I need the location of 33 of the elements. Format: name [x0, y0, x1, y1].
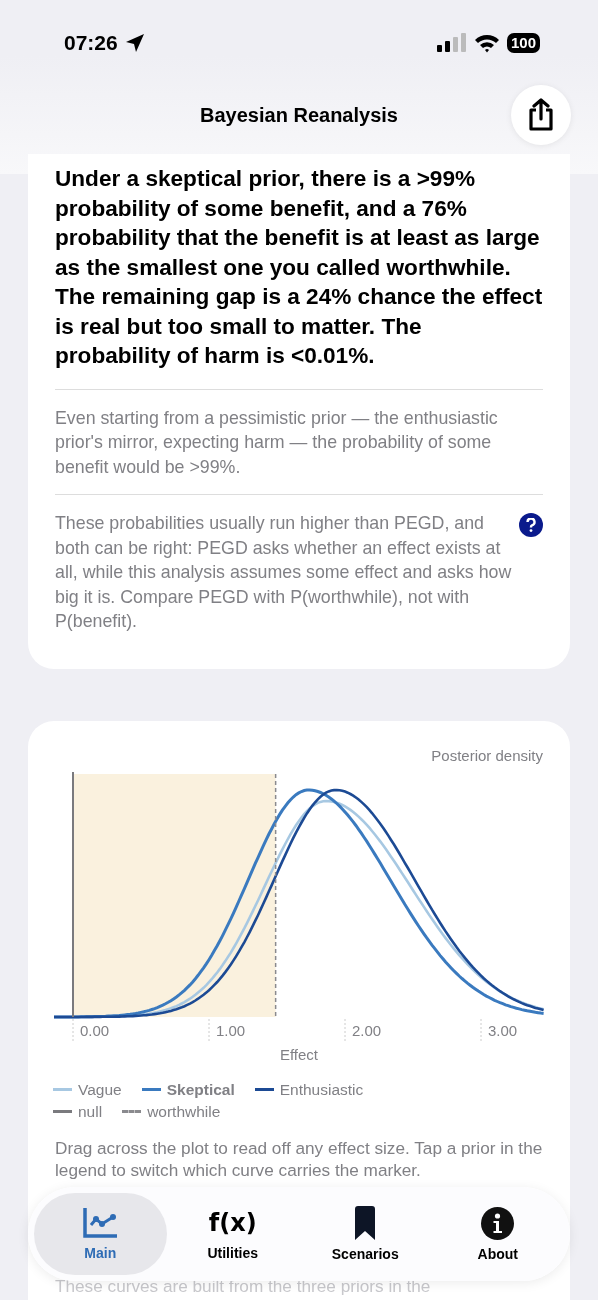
- wifi-icon: [473, 33, 500, 53]
- legend-item[interactable]: Enthusiastic: [254, 1080, 364, 1099]
- signal-icon: [436, 33, 467, 53]
- battery-level: 100: [506, 33, 540, 53]
- legend-item: worthwhile: [122, 1102, 221, 1121]
- tab-item[interactable]: f(x) Utilities: [166, 1193, 299, 1275]
- x-tick-label: 2.00: [352, 1021, 382, 1039]
- density-plot[interactable]: 0.00 1.00 2.00 3.00: [28, 769, 570, 1040]
- function-icon: f(x): [208, 1207, 257, 1239]
- clock-time: 07:26: [64, 31, 118, 55]
- line-chart-icon: [82, 1207, 119, 1239]
- x-tick-label: 0.00: [80, 1021, 110, 1039]
- legend-item[interactable]: Skeptical: [141, 1080, 235, 1099]
- bookmark-icon: [353, 1206, 378, 1240]
- location-arrow-icon: [124, 33, 145, 53]
- help-button[interactable]: [519, 513, 543, 537]
- share-icon: [527, 98, 555, 132]
- tab-item[interactable]: Main: [34, 1193, 167, 1275]
- legend-item[interactable]: Vague: [53, 1080, 122, 1099]
- summary-headline: Under a skeptical prior, there is a >99% probability of some benefit, and a 76% probability that the benefit is at least as large as the smallest one you called worthwhile. The remaining gap is a 24% chance the effect is real but too small to matter. The probability of harm is <0.01%.: [55, 165, 543, 370]
- summary-note: These probabilities usually run higher than PEGD, and both can be right: PEGD asks whether an effect exists at all, while this analysis assumes some effect and asks how big it is. Compare PEGD with P(worthwhile), not with P(benefit).: [55, 512, 513, 633]
- y-axis-label: Posterior density: [430, 746, 543, 764]
- x-tick-label: 1.00: [216, 1021, 246, 1039]
- x-tick-label: 3.00: [488, 1021, 518, 1039]
- info-icon: [481, 1206, 515, 1240]
- tab-item[interactable]: Scenarios: [299, 1193, 432, 1275]
- legend-item: null: [53, 1102, 103, 1121]
- summary-note: Even starting from a pessimistic prior — the enthusiastic prior's mirror, expecting harm — the probability of some benefit would be >99%.: [55, 406, 499, 479]
- tab-item[interactable]: About: [431, 1193, 564, 1275]
- question-icon: [526, 518, 536, 532]
- chart-hint: Drag across the plot to read off any effect size. Tap a prior in the legend to switch which curve carries the marker.: [55, 1136, 543, 1181]
- x-axis-label: Effect: [278, 1045, 320, 1063]
- screen-title: Bayesian Reanalysis: [200, 103, 398, 127]
